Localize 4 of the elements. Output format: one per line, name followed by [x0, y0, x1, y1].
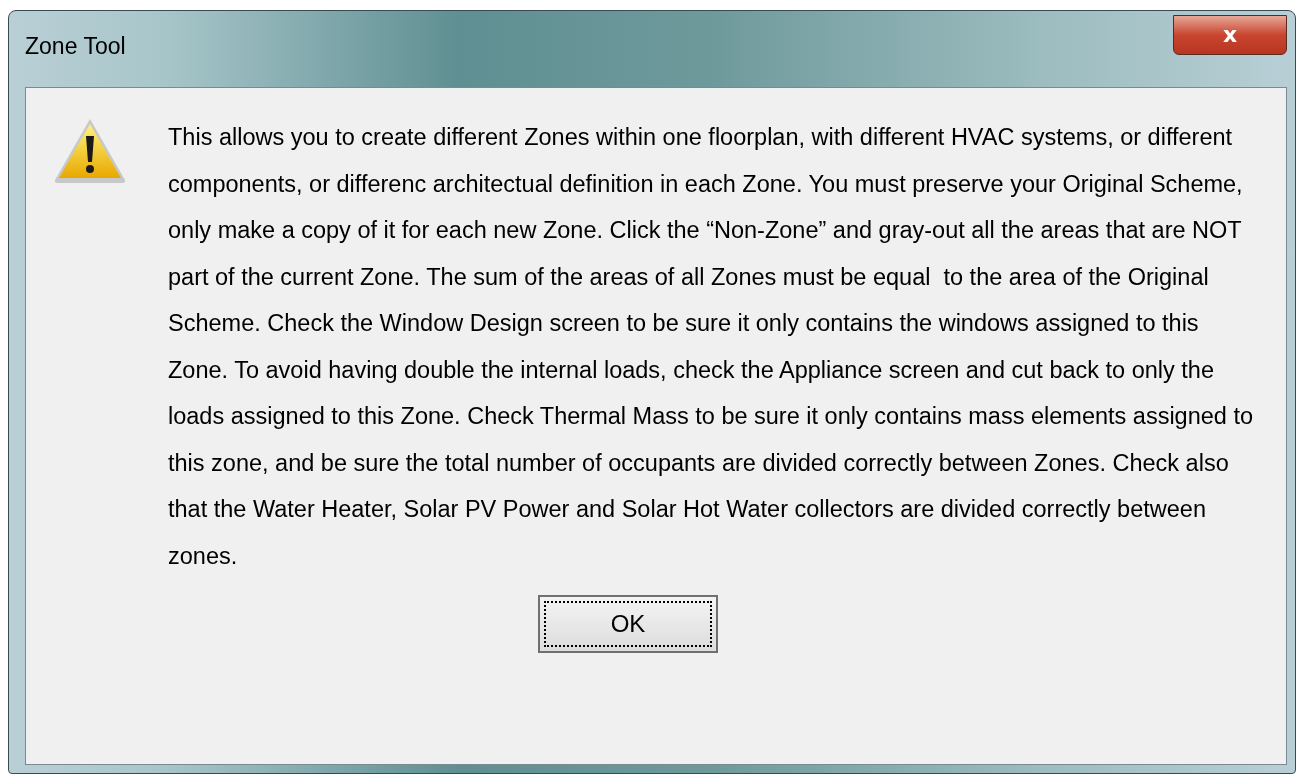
close-button[interactable]: x: [1173, 15, 1287, 55]
ok-button[interactable]: OK: [538, 595, 718, 653]
window-title: Zone Tool: [25, 33, 126, 60]
message-text: This allows you to create different Zones within one floorplan, with different HVAC systems, or different components, or differenc architectual definition in each Zone. You must preserve your Original Scheme, only make a copy of it for each new Zone. Click the “Non-Zone” and gray-out all the areas that are NOT part of the current Zone. The sum of the areas of all Zones must be equal to the area of the Original Scheme. Check the Window Design screen to be sure it only contains the windows assigned to this Zone. To avoid having double the internal loads, check the Appliance screen and cut back to only the loads assigned to this Zone. Check Thermal Mass to be sure it only contains mass elements assigned to this zone, and be sure the total number of occupants are divided correctly between Zones. Check also that the Water Heater, Solar PV Power and Solar Hot Water collectors are divided correctly between zones.: [168, 123, 1255, 571]
